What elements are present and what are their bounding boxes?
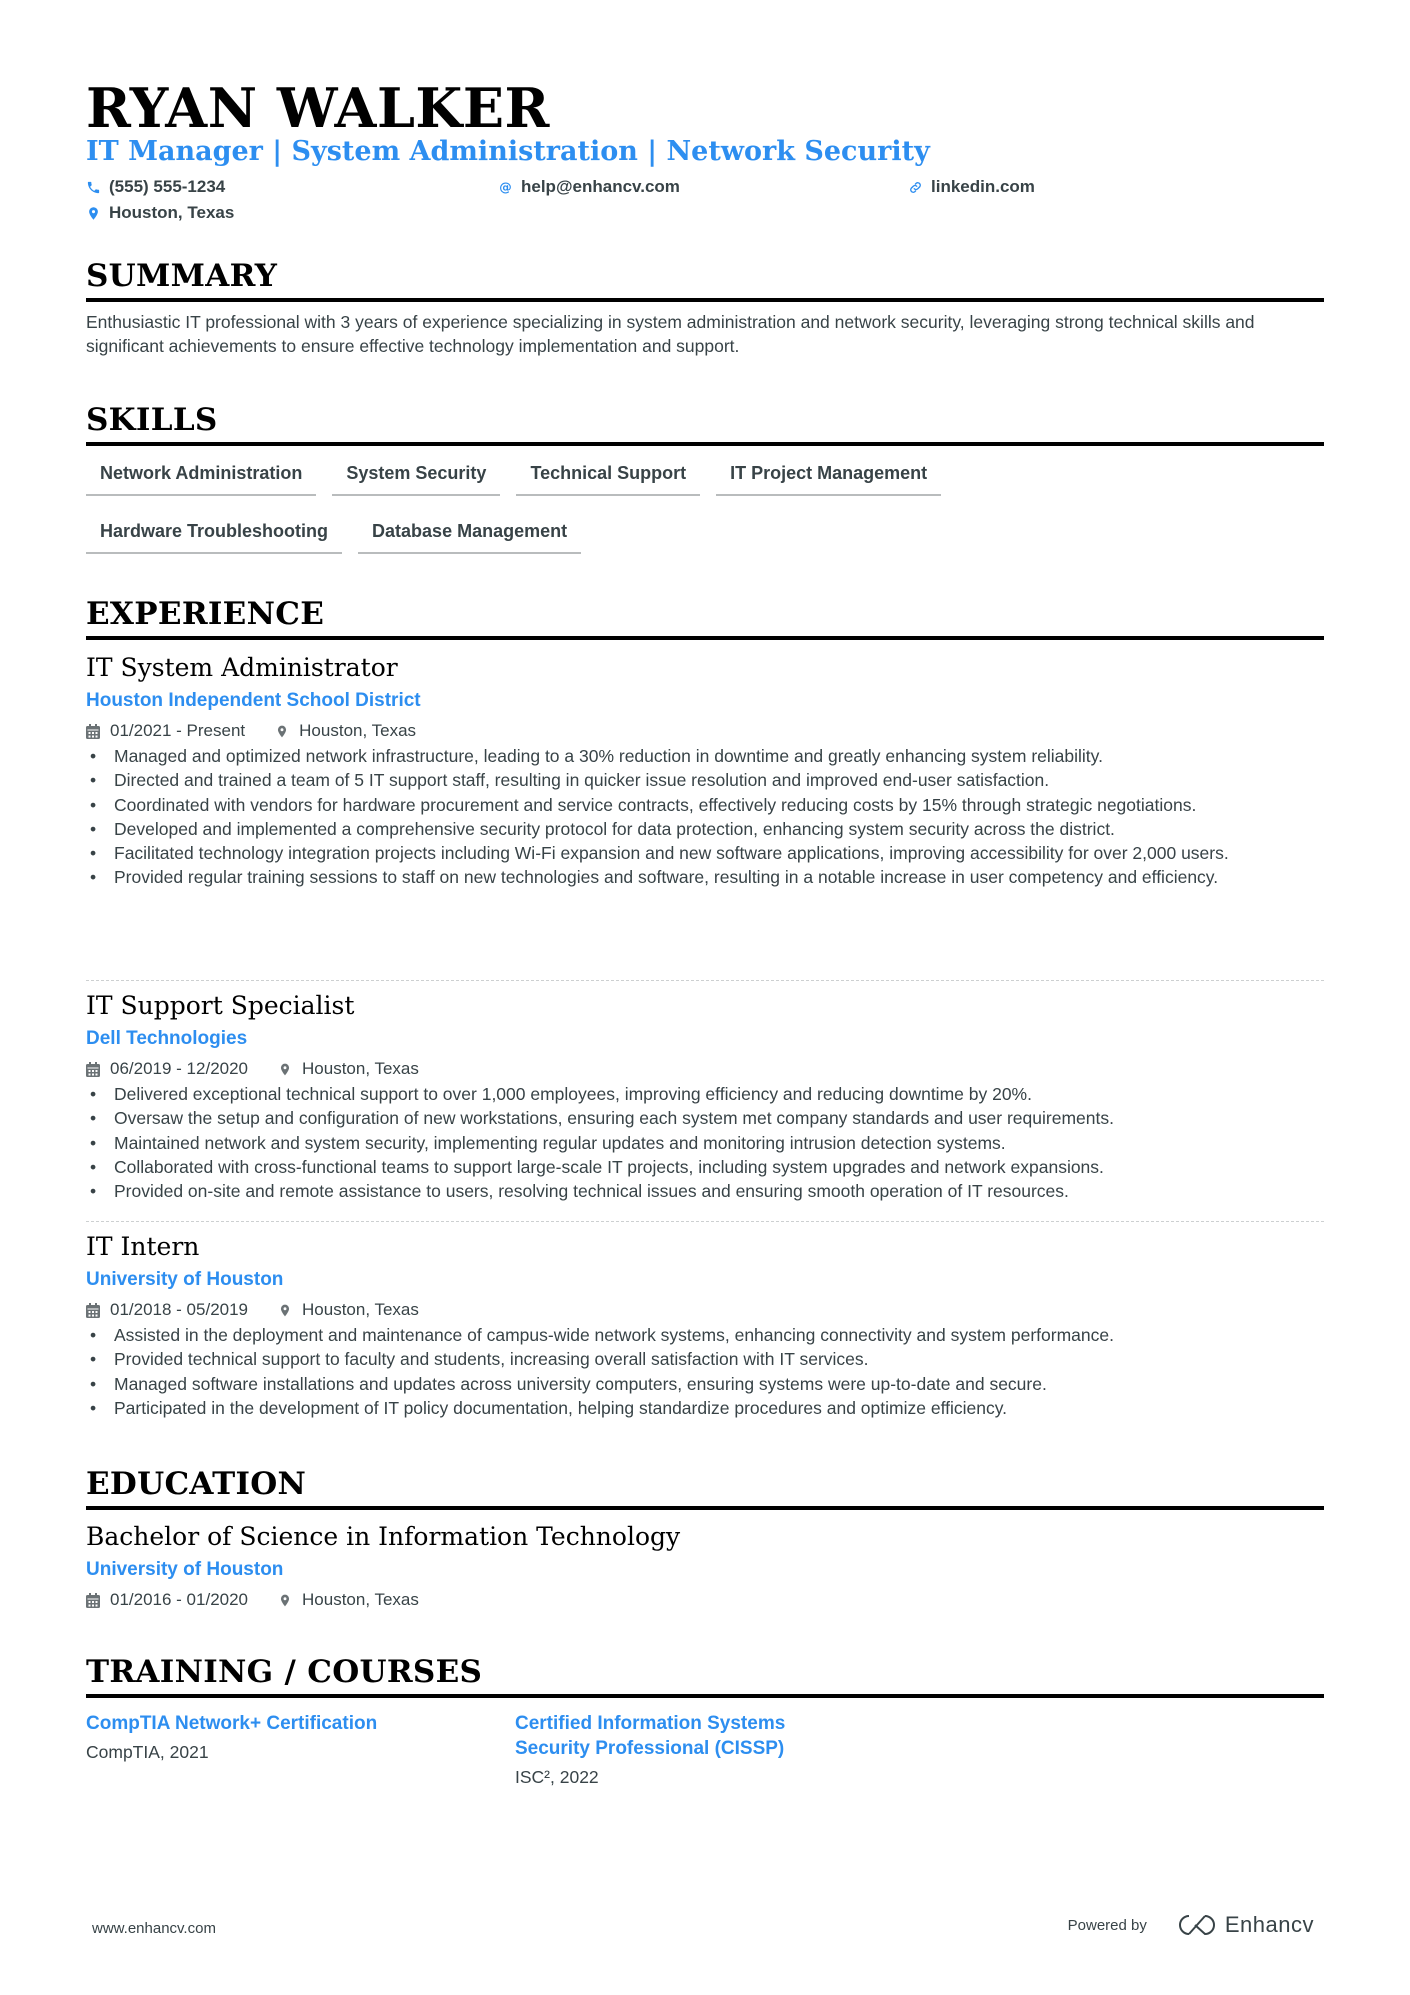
company-name[interactable]: Dell Technologies [86,1026,1324,1052]
phone-text: (555) 555-1234 [109,177,226,196]
candidate-headline: IT Manager | System Administration | Net… [86,136,930,167]
bullet-item: Maintained network and system security, … [86,1131,1324,1156]
contact-link[interactable]: linkedin.com [908,176,1035,198]
course-title[interactable]: Certified Information Systems Security P… [515,1711,845,1761]
bullet-item: Provided technical support to faculty an… [86,1347,1324,1372]
location-pin-icon [278,725,287,737]
school-name[interactable]: University of Houston [86,1557,1324,1583]
education-heading: EDUCATION [86,1466,1324,1510]
company-name[interactable]: University of Houston [86,1267,1324,1293]
calendar-icon [86,723,100,739]
summary-heading: SUMMARY [86,258,1324,302]
job-bullets: Delivered exceptional technical support … [86,1082,1324,1204]
contact-email[interactable]: @ help@enhancv.com [498,176,680,198]
bullet-item: Assisted in the deployment and maintenan… [86,1323,1324,1348]
bullet-item: Oversaw the setup and configuration of n… [86,1106,1324,1131]
job-entry: IT System Administrator Houston Independ… [86,652,1324,890]
education-entry: Bachelor of Science in Information Techn… [86,1521,1324,1611]
location-text: Houston, Texas [109,203,235,222]
contact-location-item: Houston, Texas [86,202,234,224]
bullet-item: Facilitated technology integration proje… [86,841,1324,866]
job-location: Houston, Texas [275,720,416,742]
skills-list: Network Administration System Security T… [86,452,1324,568]
job-divider [86,1221,1324,1222]
job-title: IT Intern [86,1232,200,1261]
experience-heading: EXPERIENCE [86,596,1324,640]
location-pin-icon [280,1304,290,1316]
course-subtitle: ISC², 2022 [515,1767,599,1787]
footer-branding[interactable]: Powered by Enhancv [1068,1912,1314,1938]
brand-name: Enhancv [1224,1912,1314,1937]
skill-tag: Database Management [358,510,582,554]
bullet-item: Developed and implemented a comprehensiv… [86,817,1324,842]
degree-title: Bachelor of Science in Information Techn… [86,1522,681,1551]
location-pin-icon [280,1063,290,1075]
summary-text: Enthusiastic IT professional with 3 year… [86,312,1255,356]
skill-tag: Technical Support [516,452,701,496]
education-location-text: Houston, Texas [302,1590,419,1609]
job-location: Houston, Texas [278,1058,419,1080]
bullet-item: Managed software installations and updat… [86,1372,1324,1397]
education-meta: 01/2016 - 01/2020 Houston, Texas [86,1589,1324,1611]
job-divider [86,980,1324,981]
bullet-item: Participated in the development of IT po… [86,1396,1324,1421]
contact-phone[interactable]: (555) 555-1234 [86,176,225,198]
education-dates: 01/2016 - 01/2020 [110,1590,249,1609]
job-location-text: Houston, Texas [299,721,417,740]
calendar-icon [86,1592,100,1608]
skill-tag: Network Administration [86,452,317,496]
bullet-item: Provided regular training sessions to st… [86,865,1324,890]
enhancv-logo-icon [1178,1915,1215,1936]
bullet-item: Managed and optimized network infrastruc… [86,744,1324,769]
job-dates: 01/2018 - 05/2019 [110,1300,249,1319]
job-entry: IT Support Specialist Dell Technologies … [86,990,1324,1204]
skill-tag: System Security [332,452,501,496]
calendar-icon [86,1061,100,1077]
bullet-item: Provided on-site and remote assistance t… [86,1179,1324,1204]
at-icon: @ [499,180,512,194]
job-meta: 01/2021 - Present Houston, Texas [86,720,1324,742]
bullet-item: Coordinated with vendors for hardware pr… [86,793,1324,818]
bullet-item: Collaborated with cross-functional teams… [86,1155,1324,1180]
bullet-item: Directed and trained a team of 5 IT supp… [86,768,1324,793]
phone-icon [87,181,100,193]
course-item: Certified Information Systems Security P… [515,1711,845,1789]
job-location-text: Houston, Texas [302,1059,419,1078]
job-location: Houston, Texas [278,1299,419,1321]
job-meta: 01/2018 - 05/2019 Houston, Texas [86,1299,1324,1321]
powered-by-label: Powered by [1067,1916,1147,1934]
svg-text:@: @ [499,180,512,194]
location-pin-icon [89,206,98,220]
training-heading: TRAINING / COURSES [86,1654,1324,1698]
skills-heading: SKILLS [86,402,1324,446]
skill-tag: IT Project Management [716,452,942,496]
education-location: Houston, Texas [278,1589,419,1611]
job-title: IT System Administrator [86,653,398,682]
link-text: linkedin.com [931,177,1035,196]
job-meta: 06/2019 - 12/2020 Houston, Texas [86,1058,1324,1080]
job-location-text: Houston, Texas [302,1300,419,1319]
company-name[interactable]: Houston Independent School District [86,688,1324,714]
course-item: CompTIA Network+ Certification CompTIA, … [86,1711,446,1764]
skill-tag: Hardware Troubleshooting [86,510,343,554]
calendar-icon [86,1302,100,1318]
link-icon [910,181,921,193]
course-subtitle: CompTIA, 2021 [86,1742,209,1762]
job-entry: IT Intern University of Houston 01/2018 … [86,1231,1324,1420]
bullet-item: Delivered exceptional technical support … [86,1082,1324,1107]
job-bullets: Managed and optimized network infrastruc… [86,744,1324,890]
job-bullets: Assisted in the deployment and maintenan… [86,1323,1324,1420]
job-dates: 06/2019 - 12/2020 [110,1059,249,1078]
job-dates: 01/2021 - Present [110,721,246,740]
job-title: IT Support Specialist [86,991,355,1020]
location-pin-icon [280,1594,290,1606]
candidate-name: RYAN WALKER [86,76,550,140]
email-text: help@enhancv.com [521,177,680,196]
course-title[interactable]: CompTIA Network+ Certification [86,1711,446,1736]
footer-website[interactable]: www.enhancv.com [92,1920,216,1937]
